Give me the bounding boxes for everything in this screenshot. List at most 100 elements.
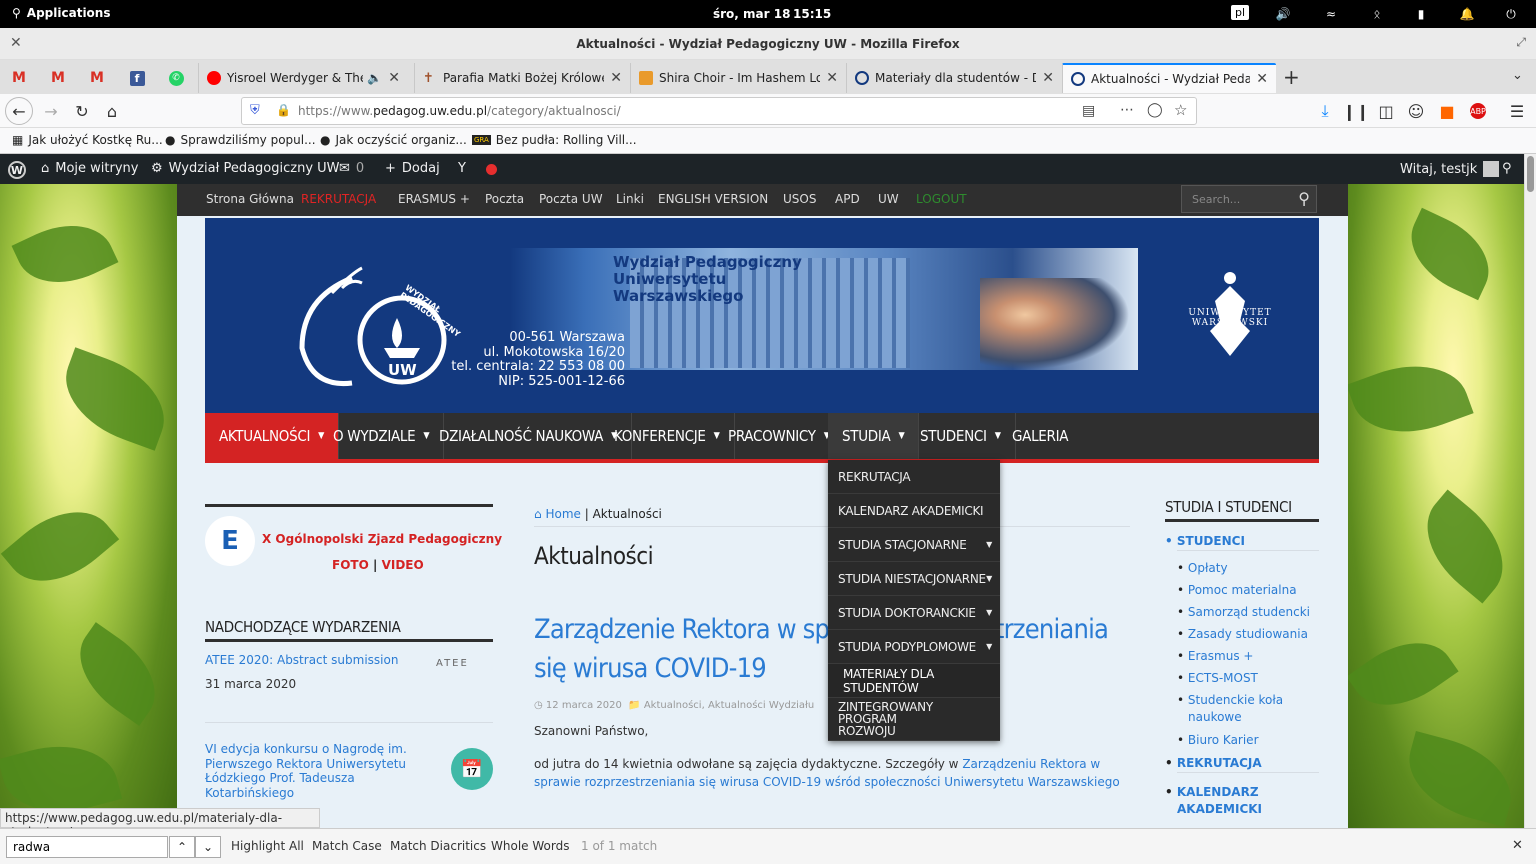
find-input[interactable] [6,836,168,858]
extension-icon[interactable]: ■ [1433,98,1461,124]
match-case-checkbox[interactable]: Match Case [312,839,382,853]
pinned-tab-gmail-1[interactable]: M [4,64,34,92]
topnav-strona-glowna[interactable]: Strona Główna [206,192,294,206]
tab-aktualnosci[interactable]: Aktualności - Wydział Pedago ✕ [1062,63,1276,93]
tab-shira-choir[interactable]: Shira Choir - Im Hashem Lo Y ✕ [630,63,846,93]
lock-icon[interactable]: 🔒 [276,103,291,117]
topnav-english[interactable]: ENGLISH VERSION [658,192,768,206]
event-link[interactable]: VI edycja konkursu o Nagrodę im. Pierwsz… [205,742,415,800]
pinned-tab-gmail-3[interactable]: M [82,64,112,92]
new-tab-icon[interactable]: + [1283,65,1300,89]
highlight-all-checkbox[interactable]: Highlight All [231,839,304,853]
site-name-link[interactable]: ⚙ Wydział Pedagogiczny UW [151,161,340,176]
bluetooth-icon[interactable]: ᛟ [1368,5,1386,23]
sidebar-studenci[interactable]: • STUDENCI [1165,534,1245,548]
post-categories[interactable]: Aktualności, Aktualności Wydziału [644,700,814,711]
close-tab-icon[interactable]: ✕ [388,70,400,86]
power-icon[interactable]: ⏻ [1502,5,1520,23]
bookmark-star-icon[interactable]: ☆ [1174,101,1187,119]
uw-seal-logo[interactable]: UNIWERSYTET WARSZAWSKI [1175,256,1285,380]
topnav-linki[interactable]: Linki [616,192,644,206]
dropdown-zintegrowany[interactable]: ZINTEGROWANY PROGRAM ROZWOJU [828,698,1000,741]
topnav-usos[interactable]: USOS [783,192,816,206]
chevron-down-icon[interactable]: ⌄ [1512,68,1523,83]
dropdown-doktoranckie[interactable]: STUDIA DOKTORANCKIE ▼ [828,596,1000,630]
wordpress-icon[interactable]: W [8,161,26,179]
sidebar-item-samorzad[interactable]: • Samorząd studencki [1177,601,1319,623]
bookmark-item[interactable]: ▦ Jak ułożyć Kostkę Ru... [12,133,163,147]
sidebar-item-oplaty[interactable]: • Opłaty [1177,557,1319,579]
sidebar-item-pomoc[interactable]: • Pomoc materialna [1177,579,1319,601]
wifi-icon[interactable]: ≈ [1322,5,1340,23]
close-findbar-icon[interactable]: ✕ [1512,838,1523,853]
foto-link[interactable]: FOTO [332,558,369,572]
menu-galeria[interactable]: GALERIA [998,413,1082,459]
menu-pracownicy[interactable]: PRACOWNICY ▼ [714,413,845,459]
close-tab-icon[interactable]: ✕ [826,70,838,86]
library-icon[interactable]: ❙❙ [1342,98,1370,124]
restore-window-icon[interactable]: ⤢ [1516,35,1526,50]
breadcrumb-home[interactable]: ⌂ Home [534,507,581,521]
downloads-icon[interactable]: ⤓ [1311,98,1339,124]
topnav-logout[interactable]: LOGOUT [916,192,967,206]
scrollbar-thumb[interactable] [1527,156,1534,192]
reader-view-icon[interactable]: ▤ [1082,103,1095,119]
url-bar[interactable]: ⛨ 🔒 https://www.pedagog.uw.edu.pl/catego… [241,97,1197,125]
sidebar-item-kola[interactable]: • Studenckie koła naukowe [1177,689,1319,729]
find-previous-icon[interactable]: ⌃ [169,836,195,858]
adblock-icon[interactable]: ABP [1464,98,1492,124]
topnav-apd[interactable]: APD [835,192,860,206]
topnav-poczta[interactable]: Poczta [485,192,524,206]
video-link[interactable]: VIDEO [382,558,424,572]
close-tab-icon[interactable]: ✕ [1256,71,1268,87]
bookmark-item[interactable]: ● Jak oczyścić organiz... [320,133,467,147]
sidebar-item-ects[interactable]: • ECTS-MOST [1177,667,1319,689]
clock-time[interactable]: 15:15 [793,7,831,21]
notification-bell-icon[interactable]: 🔔 [1458,5,1476,23]
clock-date[interactable]: śro, mar 18 [713,7,790,21]
speaker-icon[interactable]: 🔈 [367,71,382,85]
user-greeting[interactable]: Witaj, testjk [1400,161,1500,177]
sidebar-icon[interactable]: ◫ [1372,98,1400,124]
battery-icon[interactable]: ▮ [1412,5,1430,23]
topnav-uw[interactable]: UW [878,192,899,206]
dropdown-niestacjonarne[interactable]: STUDIA NIESTACJONARNE ▼ [828,562,1000,596]
dropdown-podyplomowe[interactable]: STUDIA PODYPLOMOWE ▼ [828,630,1000,664]
page-scrollbar[interactable] [1524,154,1536,828]
faculty-logo[interactable]: WYDZIAŁ PEDAGOGICZNY UW [292,258,462,388]
back-icon[interactable]: ← [5,97,33,125]
sidebar-item-zasady[interactable]: • Zasady studiowania [1177,623,1319,645]
add-new-link[interactable]: + Dodaj [385,161,440,176]
tab-youtube[interactable]: Yisroel Werdyger & The Sh 🔈 ✕ [198,63,408,93]
close-tab-icon[interactable]: ✕ [1042,70,1054,86]
pocket-icon[interactable]: ◯ [1147,102,1163,118]
home-icon[interactable]: ⌂ [98,98,126,124]
keyboard-layout-indicator[interactable]: pl [1231,5,1250,20]
close-tab-icon[interactable]: ✕ [610,70,622,86]
sidebar-rekrutacja[interactable]: • REKRUTACJA [1165,756,1262,770]
my-sites-link[interactable]: ⌂ Moje witryny [41,161,139,176]
topnav-rekrutacja[interactable]: REKRUTACJA [301,192,376,206]
account-icon[interactable]: ☺ [1402,98,1430,124]
tab-parafia[interactable]: ✝ Parafia Matki Bożej Królowej ✕ [414,63,630,93]
congress-logo[interactable]: E [205,516,255,566]
promo-title[interactable]: X Ogólnopolski Zjazd Pedagogiczny [262,532,502,546]
sidebar-item-biuro[interactable]: • Biuro Karier [1177,729,1319,751]
bookmark-item[interactable]: ● Sprawdziliśmy popul... [165,133,316,147]
status-dot-icon[interactable] [486,164,497,175]
site-search-input[interactable]: Search... ⚲ [1181,185,1317,213]
url-text[interactable]: https://www.pedagog.uw.edu.pl/category/a… [298,104,621,118]
dropdown-materialy[interactable]: MATERIAŁY DLA STUDENTÓW [828,664,1000,698]
pinned-tab-gmail-2[interactable]: M [43,64,73,92]
shield-icon[interactable]: ⛨ [250,103,260,118]
search-icon[interactable]: ⚲ [1298,189,1310,208]
admin-search-icon[interactable]: ⚲ [1502,161,1512,176]
yoast-icon[interactable]: Y [458,161,466,176]
match-diacritics-checkbox[interactable]: Match Diacritics [390,839,486,853]
reload-icon[interactable]: ↻ [68,98,96,124]
sidebar-item-erasmus[interactable]: • Erasmus + [1177,645,1319,667]
volume-icon[interactable]: 🔊 [1274,5,1292,23]
topnav-poczta-uw[interactable]: Poczta UW [539,192,603,206]
forward-icon[interactable]: → [37,98,65,124]
tab-materialy[interactable]: Materiały dla studentów - Dr ✕ [846,63,1062,93]
